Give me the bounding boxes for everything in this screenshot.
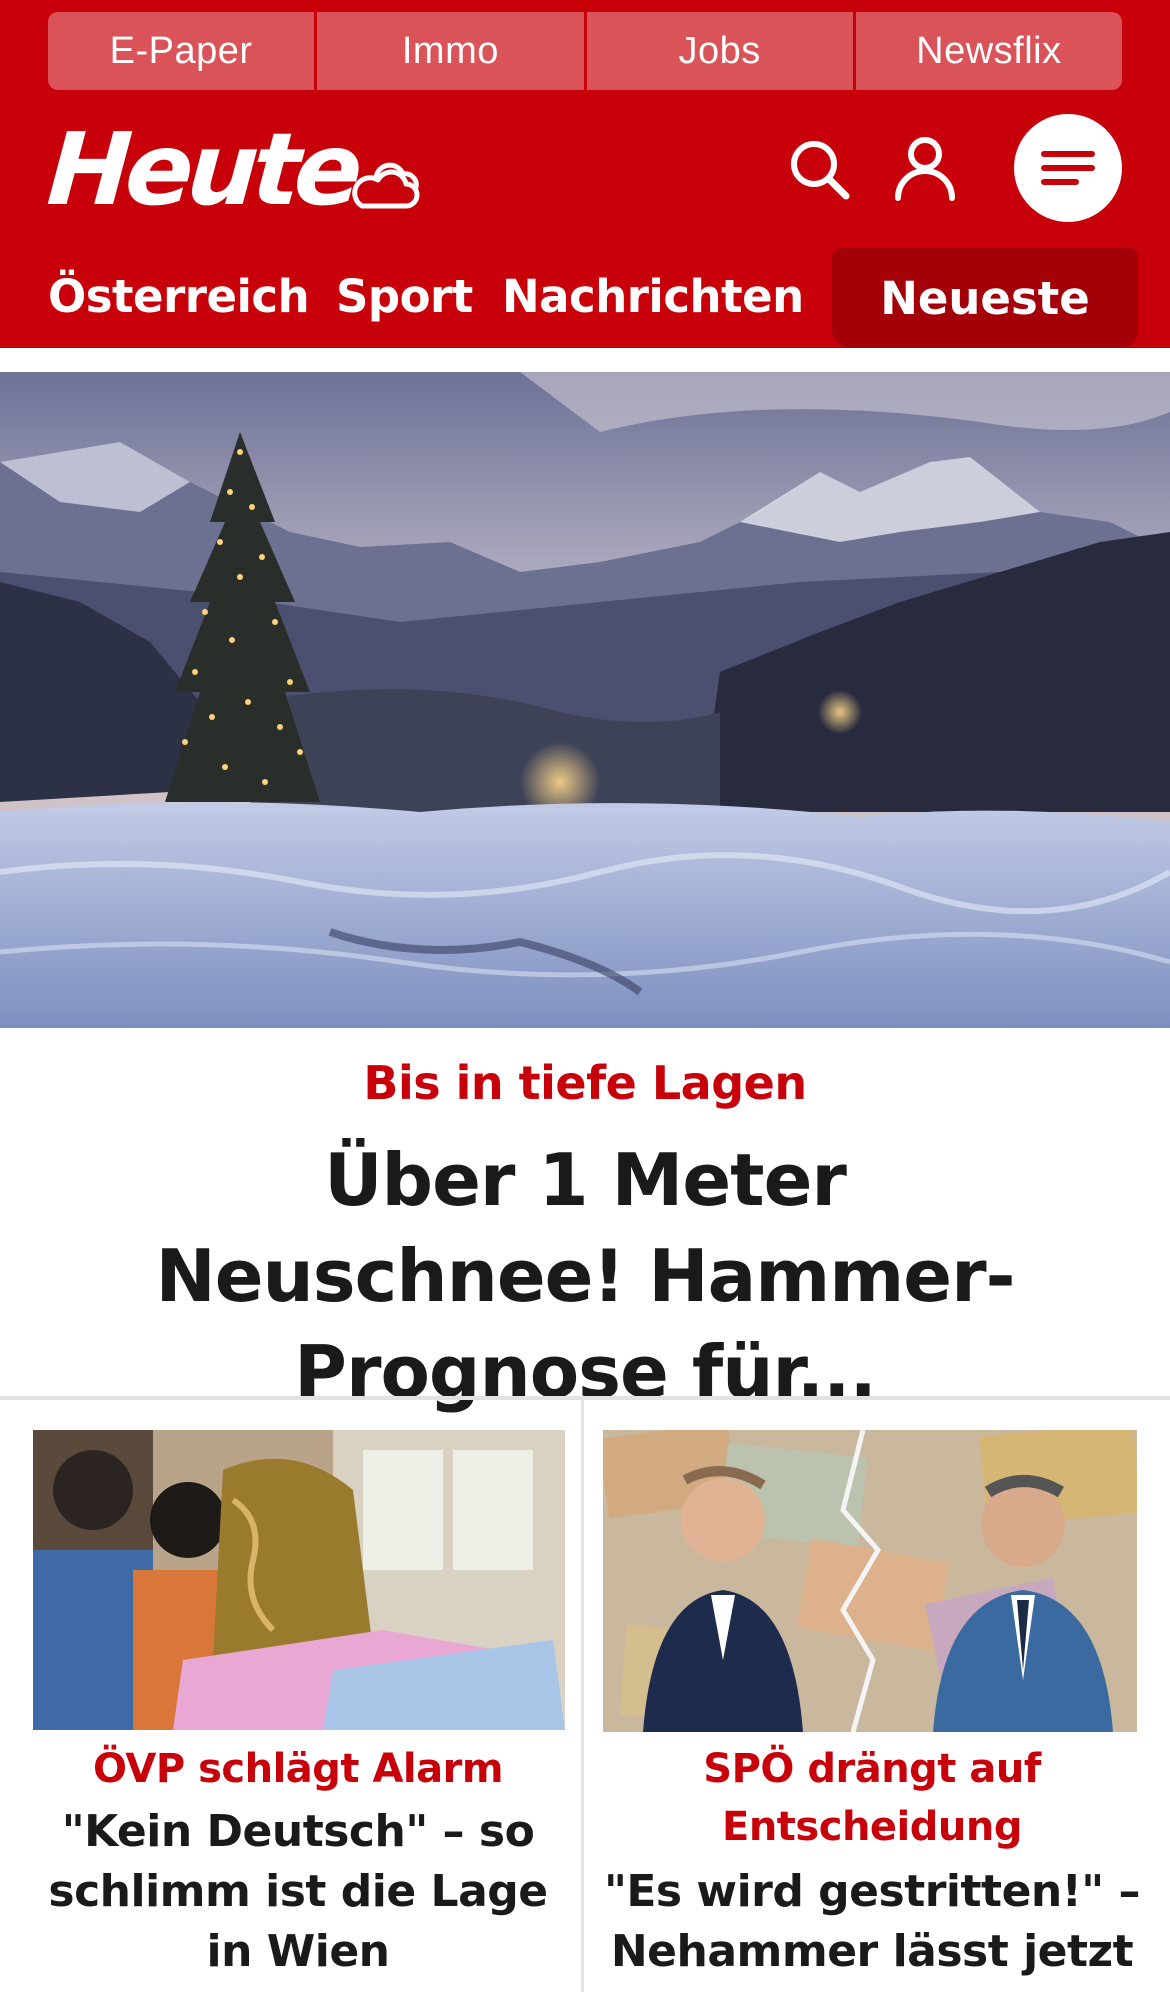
heute-logo[interactable]: Heute: [44, 111, 361, 228]
teaser-image-right[interactable]: [603, 1430, 1137, 1732]
user-icon[interactable]: [892, 134, 958, 202]
site-header: E-Paper Immo Jobs Newsflix Heute Österre…: [0, 0, 1170, 348]
teaser-title-right[interactable]: "Es wird gestritten!" – Nehammer lässt j…: [594, 1862, 1150, 1982]
nav-item-neueste[interactable]: Neueste: [832, 248, 1138, 348]
topbar-link-newsflix[interactable]: Newsflix: [855, 12, 1122, 90]
hero-headline[interactable]: Über 1 Meter Neuschnee! Hammer-Prognose …: [100, 1132, 1070, 1420]
nav-item-nachrichten[interactable]: Nachrichten: [502, 270, 804, 323]
teaser-image-left[interactable]: [33, 1430, 565, 1730]
menu-icon: [1041, 151, 1095, 185]
column-divider: [581, 1400, 584, 1992]
section-divider: [0, 1396, 1170, 1400]
hero-kicker: Bis in tiefe Lagen: [363, 1056, 807, 1110]
teaser-title-left[interactable]: "Kein Deutsch" – so schlimm ist die Lage…: [20, 1802, 576, 1982]
topbar-link-immo[interactable]: Immo: [317, 12, 587, 90]
search-icon[interactable]: [786, 136, 852, 202]
top-service-bar: E-Paper Immo Jobs Newsflix: [48, 12, 1122, 90]
cloud-sun-icon[interactable]: [346, 148, 422, 214]
menu-button[interactable]: [1014, 114, 1122, 222]
main-nav: Österreich Sport Nachrichten Neueste: [0, 248, 1170, 348]
nav-item-sport[interactable]: Sport: [336, 270, 473, 323]
teaser-kicker-left: ÖVP schlägt Alarm: [92, 1746, 504, 1792]
hero-image[interactable]: [0, 372, 1170, 1028]
teaser-kicker-right: SPÖ drängt auf Entscheidung: [703, 1746, 1041, 1850]
nav-item-oesterreich[interactable]: Österreich: [48, 270, 310, 323]
topbar-link-epaper[interactable]: E-Paper: [48, 12, 318, 90]
topbar-link-jobs[interactable]: Jobs: [586, 12, 856, 90]
